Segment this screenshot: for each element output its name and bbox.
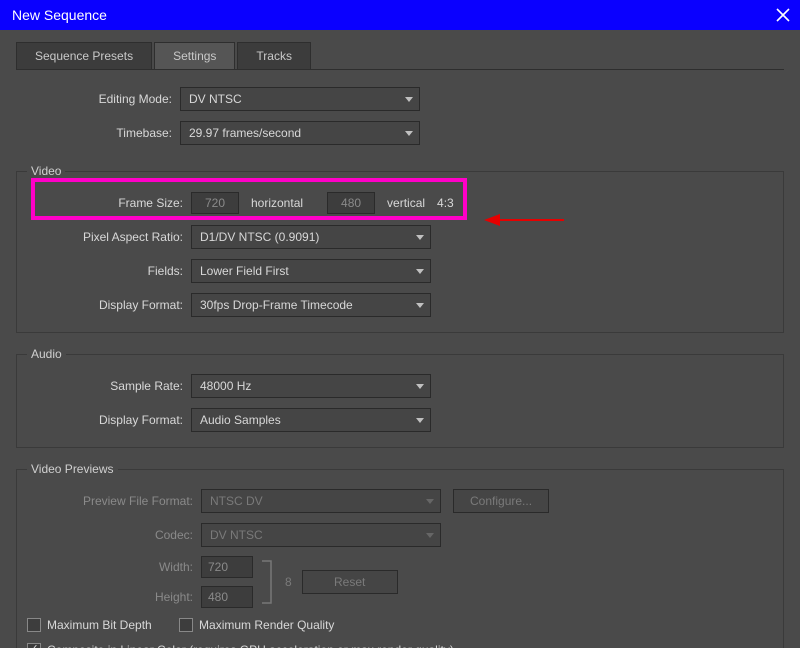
annotation-arrow-icon bbox=[484, 210, 564, 230]
par-dropdown[interactable]: D1/DV NTSC (0.9091) bbox=[191, 225, 431, 249]
preview-file-format-dropdown: NTSC DV bbox=[201, 489, 441, 513]
editing-mode-value: DV NTSC bbox=[189, 92, 242, 106]
preview-file-format-value: NTSC DV bbox=[210, 494, 263, 508]
frame-height-input[interactable]: 480 bbox=[327, 192, 375, 214]
par-label: Pixel Aspect Ratio: bbox=[27, 230, 191, 244]
codec-label: Codec: bbox=[27, 528, 201, 542]
audio-section: Audio Sample Rate: 48000 Hz Display Form… bbox=[16, 347, 784, 448]
audio-display-format-dropdown[interactable]: Audio Samples bbox=[191, 408, 431, 432]
editing-mode-label: Editing Mode: bbox=[16, 92, 180, 106]
window-title: New Sequence bbox=[12, 7, 107, 23]
dialog-body: Sequence Presets Settings Tracks Editing… bbox=[0, 30, 800, 648]
codec-value: DV NTSC bbox=[210, 528, 263, 542]
video-section: Video Frame Size: 720 horizontal 480 ver… bbox=[16, 164, 784, 333]
title-bar: New Sequence bbox=[0, 0, 800, 30]
video-display-format-value: 30fps Drop-Frame Timecode bbox=[200, 298, 353, 312]
bracket-icon bbox=[261, 559, 275, 605]
timebase-label: Timebase: bbox=[16, 126, 180, 140]
tab-tracks[interactable]: Tracks bbox=[237, 42, 311, 69]
checkbox-icon bbox=[179, 618, 193, 632]
tab-settings[interactable]: Settings bbox=[154, 42, 235, 69]
fields-dropdown[interactable]: Lower Field First bbox=[191, 259, 431, 283]
par-value: D1/DV NTSC (0.9091) bbox=[200, 230, 319, 244]
frame-size-label: Frame Size: bbox=[27, 196, 191, 210]
chevron-down-icon bbox=[405, 97, 413, 102]
chevron-down-icon bbox=[416, 303, 424, 308]
chevron-down-icon bbox=[416, 384, 424, 389]
sample-rate-label: Sample Rate: bbox=[27, 379, 191, 393]
fields-label: Fields: bbox=[27, 264, 191, 278]
timebase-value: 29.97 frames/second bbox=[189, 126, 301, 140]
video-previews-section: Video Previews Preview File Format: NTSC… bbox=[16, 462, 784, 648]
audio-display-format-label: Display Format: bbox=[27, 413, 191, 427]
audio-legend: Audio bbox=[27, 347, 66, 361]
chevron-down-icon bbox=[416, 269, 424, 274]
timebase-dropdown[interactable]: 29.97 frames/second bbox=[180, 121, 420, 145]
preview-height-label: Height: bbox=[27, 590, 201, 604]
video-display-format-dropdown[interactable]: 30fps Drop-Frame Timecode bbox=[191, 293, 431, 317]
frame-aspect-ratio: 4:3 bbox=[437, 196, 454, 210]
tab-sequence-presets[interactable]: Sequence Presets bbox=[16, 42, 152, 69]
sample-rate-dropdown[interactable]: 48000 Hz bbox=[191, 374, 431, 398]
chevron-down-icon bbox=[405, 131, 413, 136]
video-display-format-label: Display Format: bbox=[27, 298, 191, 312]
tab-strip: Sequence Presets Settings Tracks bbox=[16, 42, 784, 70]
vertical-label: vertical bbox=[387, 196, 425, 210]
chevron-down-icon bbox=[416, 235, 424, 240]
composite-linear-checkbox[interactable]: ✓ Composite in Linear Color (requires GP… bbox=[27, 643, 454, 648]
chevron-down-icon bbox=[416, 418, 424, 423]
chevron-down-icon bbox=[426, 499, 434, 504]
horizontal-label: horizontal bbox=[251, 196, 303, 210]
video-previews-legend: Video Previews bbox=[27, 462, 118, 476]
preview-height-input: 480 bbox=[201, 586, 253, 608]
preview-width-input: 720 bbox=[201, 556, 253, 578]
reset-button: Reset bbox=[302, 570, 398, 594]
video-legend: Video bbox=[27, 164, 65, 178]
max-bit-depth-checkbox[interactable]: Maximum Bit Depth bbox=[27, 618, 152, 632]
max-render-quality-checkbox[interactable]: Maximum Render Quality bbox=[179, 618, 334, 632]
chevron-down-icon bbox=[426, 533, 434, 538]
fields-value: Lower Field First bbox=[200, 264, 289, 278]
checkbox-icon bbox=[27, 618, 41, 632]
audio-display-format-value: Audio Samples bbox=[200, 413, 281, 427]
preview-width-label: Width: bbox=[27, 560, 201, 574]
preview-file-format-label: Preview File Format: bbox=[27, 494, 201, 508]
codec-dropdown: DV NTSC bbox=[201, 523, 441, 547]
sample-rate-value: 48000 Hz bbox=[200, 379, 251, 393]
close-icon[interactable] bbox=[776, 8, 790, 22]
link-icon[interactable]: 8 bbox=[285, 575, 292, 589]
editing-mode-dropdown[interactable]: DV NTSC bbox=[180, 87, 420, 111]
frame-width-input[interactable]: 720 bbox=[191, 192, 239, 214]
configure-button: Configure... bbox=[453, 489, 549, 513]
checkbox-icon: ✓ bbox=[27, 643, 41, 648]
